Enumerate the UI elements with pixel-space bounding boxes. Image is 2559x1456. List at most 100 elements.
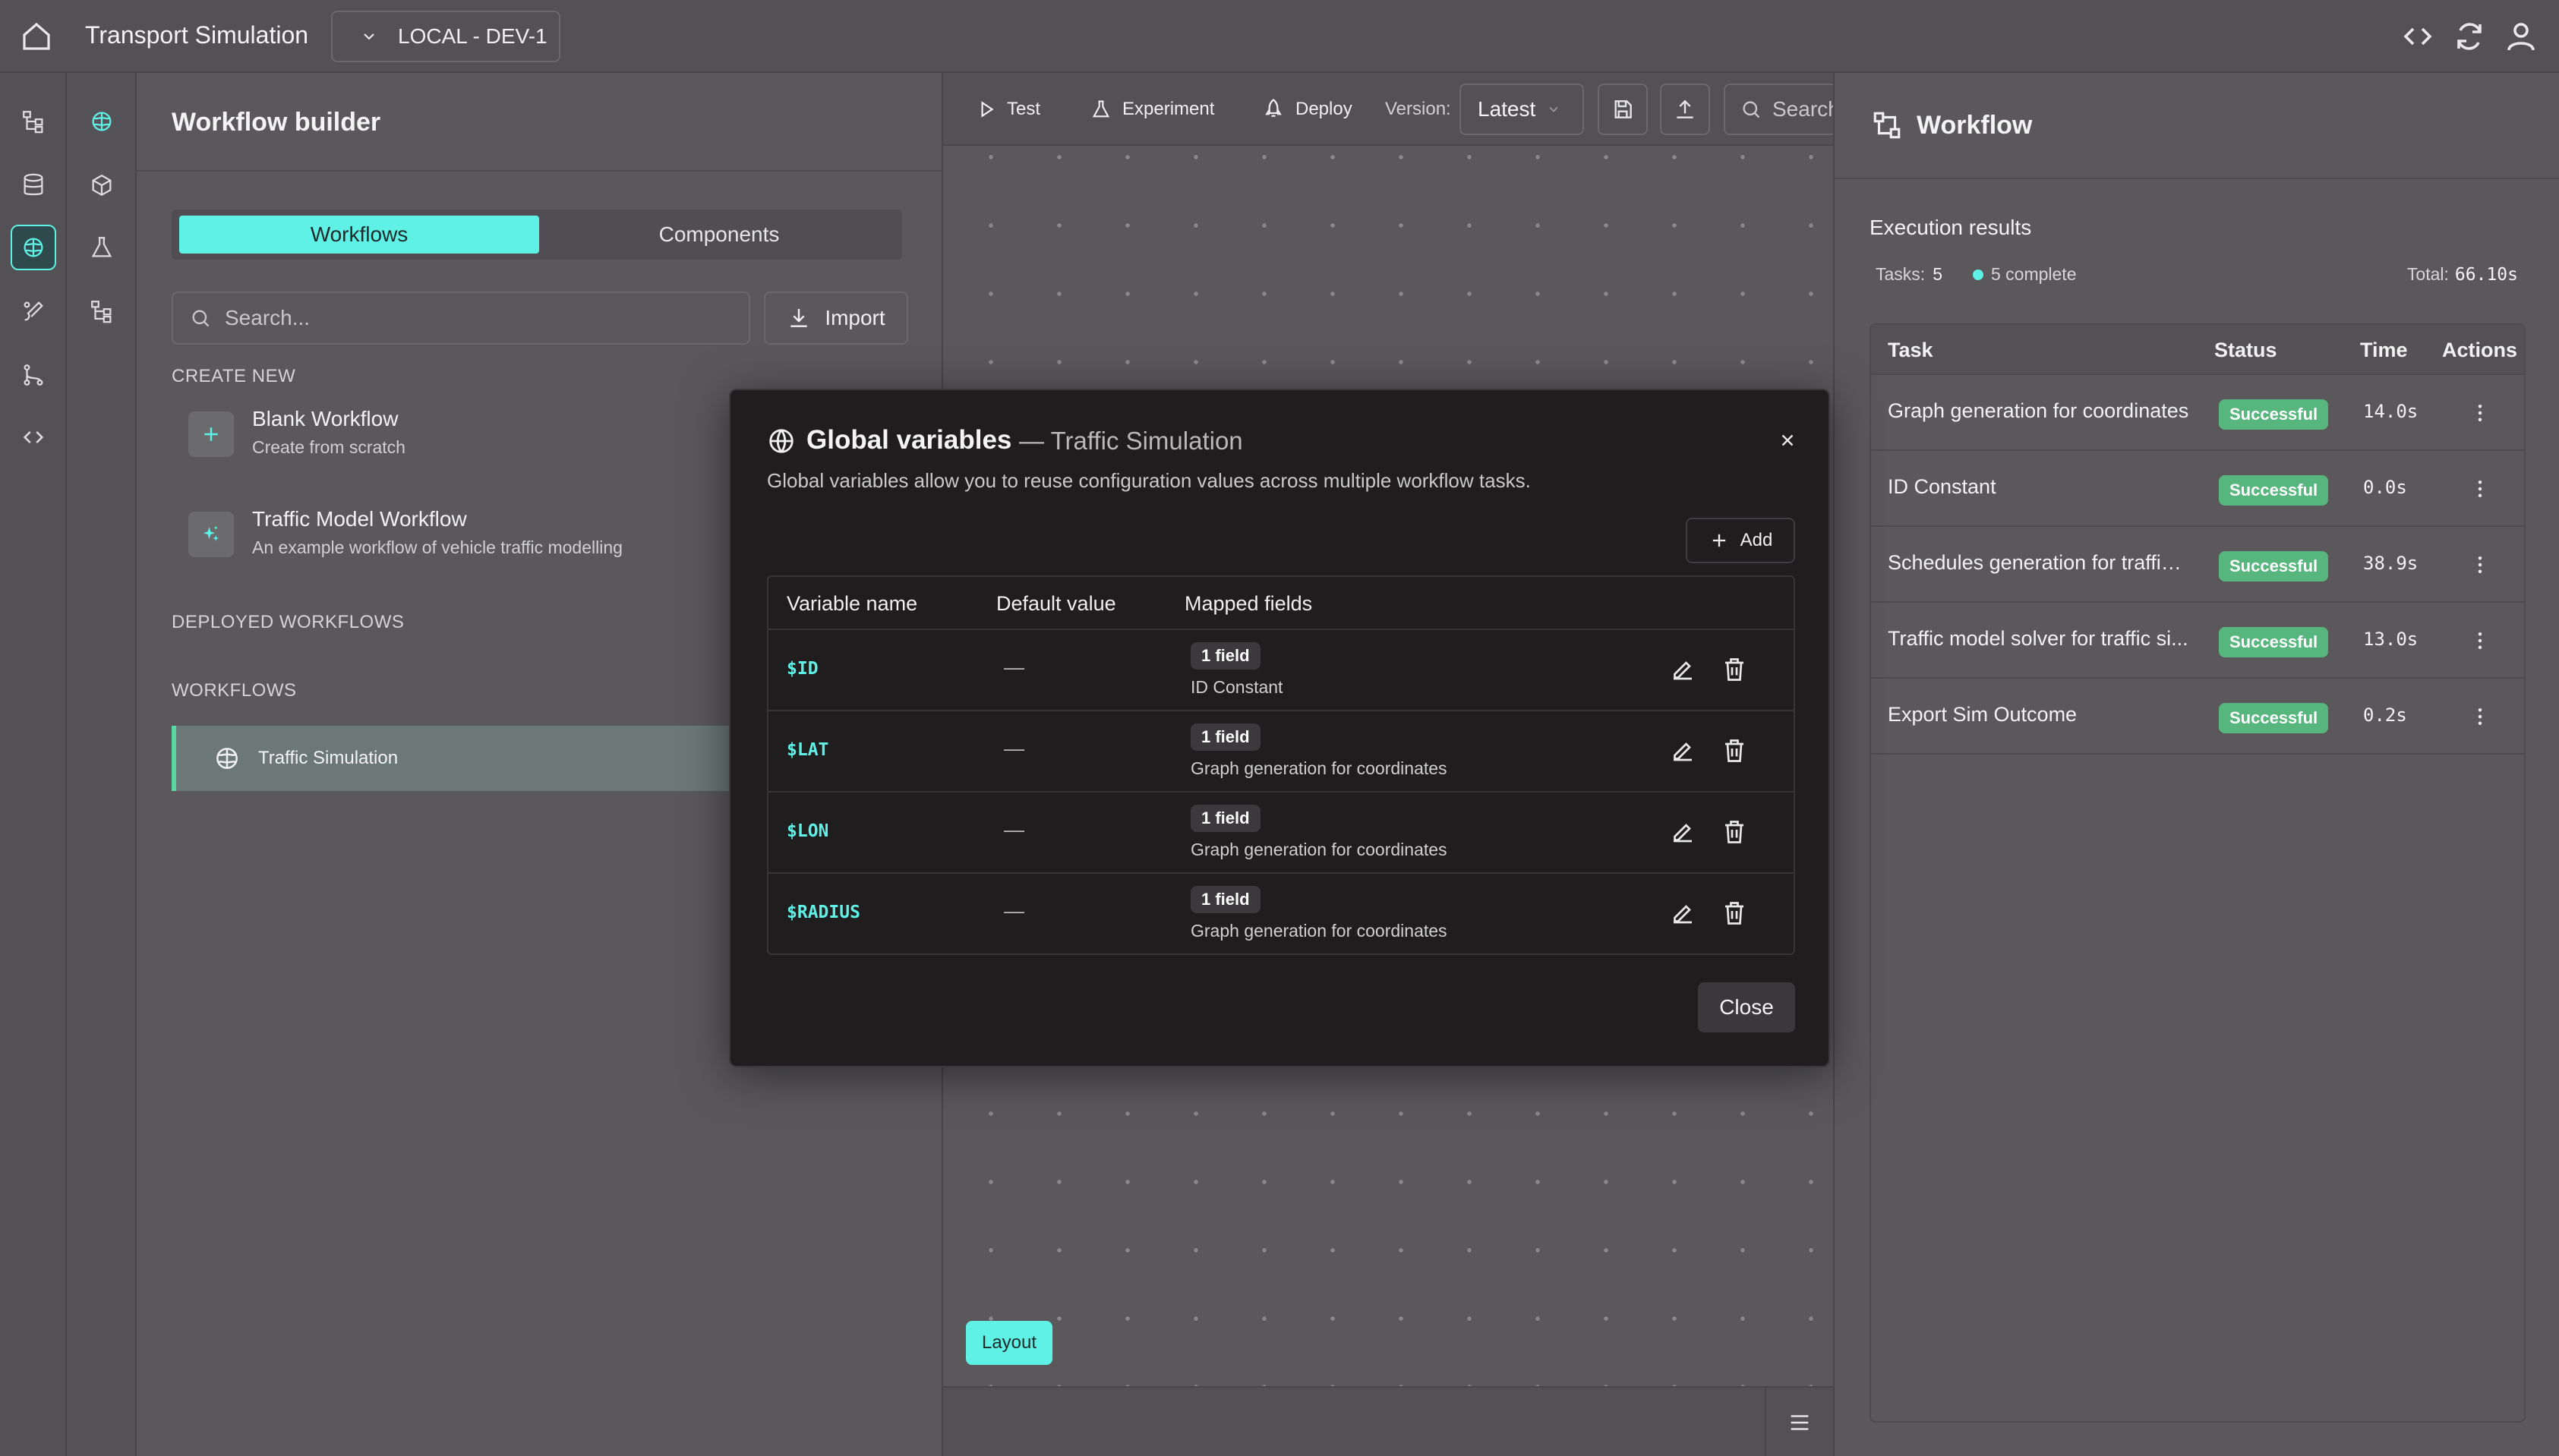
import-button[interactable]: Import (764, 292, 908, 345)
table-row: $RADIUS — 1 field Graph generation for c… (768, 874, 1794, 955)
column-task: Task (1888, 339, 1933, 361)
brush-icon[interactable] (11, 288, 56, 334)
field-count-badge: 1 field (1191, 723, 1261, 751)
close-icon[interactable] (1772, 425, 1803, 455)
add-variable-button[interactable]: Add (1686, 518, 1795, 563)
chevron-down-icon (360, 27, 378, 46)
upload-button[interactable] (1660, 84, 1710, 135)
default-value: — (1004, 900, 1024, 922)
hierarchy-icon[interactable] (79, 288, 125, 334)
tasks-count: 5 (1933, 264, 1942, 284)
table-row[interactable]: Traffic model solver for traffic si... S… (1871, 603, 2524, 679)
database-icon[interactable] (11, 162, 56, 208)
table-row[interactable]: Schedules generation for traffic ... Suc… (1871, 527, 2524, 603)
sparkle-icon (188, 512, 234, 557)
complete-label: 5 complete (1990, 264, 2077, 284)
edit-icon[interactable] (1669, 818, 1699, 849)
more-vertical-icon[interactable] (2463, 548, 2497, 581)
task-name: Export Sim Outcome (1888, 703, 2078, 726)
task-name: Traffic model solver for traffic si... (1888, 627, 2188, 650)
table-row[interactable]: Export Sim Outcome Successful 0.2s (1871, 679, 2524, 755)
save-button[interactable] (1598, 84, 1648, 135)
search-input[interactable] (225, 306, 726, 330)
create-traffic-model-workflow[interactable]: Traffic Model Workflow An example workfl… (188, 501, 735, 569)
close-button[interactable]: Close (1698, 982, 1795, 1032)
variable-name: $LAT (787, 740, 829, 760)
table-row[interactable]: Graph generation for coordinates Success… (1871, 375, 2524, 451)
task-time: 0.0s (2363, 477, 2407, 498)
brain-icon[interactable] (79, 99, 125, 144)
modal-title: Global variables (806, 425, 1012, 455)
cube-icon[interactable] (79, 162, 125, 208)
edit-icon[interactable] (1669, 900, 1699, 930)
create-item-title: Traffic Model Workflow (252, 507, 467, 531)
create-blank-workflow[interactable]: Blank Workflow Create from scratch (188, 401, 735, 469)
workflow-search (172, 292, 750, 345)
experiment-label: Experiment (1122, 99, 1215, 119)
more-vertical-icon[interactable] (2463, 624, 2497, 657)
environment-select[interactable]: LOCAL - DEV-1 (331, 11, 560, 62)
plus-icon (1709, 530, 1730, 551)
table-row[interactable]: ID Constant Successful 0.0s (1871, 451, 2524, 527)
variables-table: Variable name Default value Mapped field… (767, 575, 1795, 955)
layout-button[interactable]: Layout (966, 1321, 1052, 1365)
tab-components[interactable]: Components (539, 216, 899, 254)
trash-icon[interactable] (1721, 737, 1751, 767)
default-value: — (1004, 818, 1024, 841)
task-time: 13.0s (2363, 629, 2419, 650)
default-value: — (1004, 656, 1024, 679)
search-icon (190, 307, 211, 329)
canvas-search[interactable]: Search (1724, 84, 1845, 135)
more-vertical-icon[interactable] (2463, 700, 2497, 733)
canvas-search-placeholder: Search (1772, 97, 1840, 121)
more-vertical-icon[interactable] (2463, 396, 2497, 430)
segmented-control: Workflows Components (172, 210, 902, 260)
edit-icon[interactable] (1669, 737, 1699, 767)
variable-name: $RADIUS (787, 903, 860, 922)
panel-title: Workflow (1917, 111, 2033, 140)
experiment-button[interactable]: Experiment (1090, 91, 1214, 128)
task-table-header: Task Status Time Actions (1871, 325, 2524, 375)
section-workflows: WORKFLOWS (172, 680, 297, 701)
more-vertical-icon[interactable] (2463, 472, 2497, 506)
create-item-subtitle: Create from scratch (252, 437, 405, 457)
task-name: Graph generation for coordinates (1888, 399, 2189, 422)
chevron-down-icon (1546, 102, 1561, 117)
version-select[interactable]: Latest (1459, 84, 1584, 135)
git-branch-icon[interactable] (11, 352, 56, 398)
refresh-icon[interactable] (2451, 18, 2488, 55)
task-table: Task Status Time Actions Graph generatio… (1870, 323, 2526, 1423)
deploy-button[interactable]: Deploy (1262, 91, 1352, 128)
flask-icon[interactable] (79, 225, 125, 270)
plus-icon (188, 411, 234, 457)
play-icon (977, 99, 996, 119)
task-name: Schedules generation for traffic ... (1888, 551, 2191, 574)
column-default-value: Default value (996, 592, 1116, 615)
rocket-icon (1262, 98, 1285, 121)
total-time: Total: 66.10s (2407, 264, 2518, 285)
environment-label: LOCAL - DEV-1 (398, 24, 547, 48)
task-time: 38.9s (2363, 553, 2419, 574)
workflow-name: Traffic Simulation (258, 748, 399, 768)
brain-icon[interactable] (11, 225, 56, 270)
upload-icon (1673, 97, 1697, 121)
tab-workflows[interactable]: Workflows (179, 216, 539, 254)
search-icon (1740, 99, 1762, 120)
trash-icon[interactable] (1721, 900, 1751, 930)
code-icon[interactable] (11, 414, 56, 460)
test-button[interactable]: Test (977, 91, 1040, 128)
trash-icon[interactable] (1721, 818, 1751, 849)
flask-icon (1090, 99, 1112, 120)
trash-icon[interactable] (1721, 656, 1751, 686)
menu-icon (1787, 1410, 1813, 1436)
user-icon[interactable] (2503, 18, 2539, 55)
home-icon[interactable] (18, 18, 55, 55)
menu-button[interactable] (1765, 1388, 1833, 1456)
edit-icon[interactable] (1669, 656, 1699, 686)
tree-icon[interactable] (11, 99, 56, 144)
deploy-label: Deploy (1295, 99, 1352, 119)
primary-rail (0, 73, 67, 1456)
code-icon[interactable] (2400, 18, 2436, 55)
status-badge: Successful (2219, 627, 2329, 657)
modal-description: Global variables allow you to reuse conf… (767, 469, 1531, 492)
